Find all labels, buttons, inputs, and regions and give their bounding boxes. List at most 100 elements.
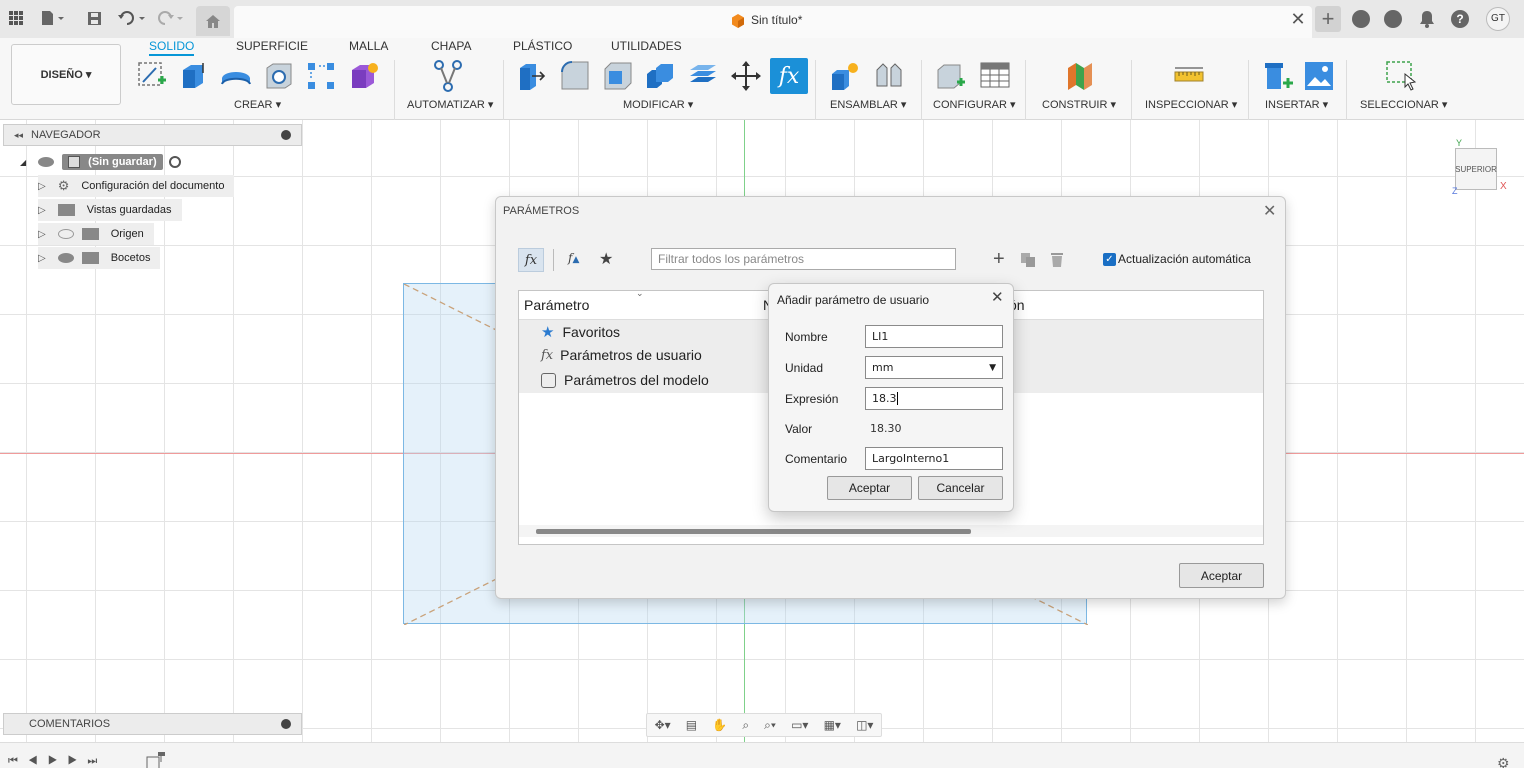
extrude-icon[interactable]	[176, 58, 210, 94]
pattern-icon[interactable]	[304, 58, 338, 94]
joint-icon[interactable]	[872, 58, 906, 94]
group-automatizar[interactable]: AUTOMATIZAR ▾	[407, 98, 493, 111]
viewports-icon[interactable]: ◫▾	[856, 718, 873, 732]
expand-triangle-icon[interactable]: ▷	[38, 253, 46, 264]
accept-button[interactable]: Aceptar	[827, 476, 912, 500]
group-ensamblar[interactable]: ENSAMBLAR ▾	[830, 98, 906, 111]
notifications-icon[interactable]	[1419, 10, 1435, 28]
visibility-eye-icon[interactable]	[38, 157, 55, 167]
group-inspeccionar[interactable]: INSPECCIONAR ▾	[1145, 98, 1237, 111]
fit-icon[interactable]: ⌕▾	[764, 718, 776, 733]
comment-input[interactable]: LargoInterno1	[865, 447, 1003, 470]
expression-input[interactable]: 18.3	[865, 387, 1003, 410]
list-item[interactable]: ★ Favoritos	[541, 323, 620, 341]
unit-select[interactable]: mm ▼	[865, 356, 1003, 379]
group-configurar[interactable]: CONFIGURAR ▾	[933, 98, 1016, 111]
auto-update-checkbox[interactable]: ✓	[1103, 253, 1116, 266]
name-input[interactable]: LI1	[865, 325, 1003, 348]
delete-parameter-icon[interactable]	[1050, 252, 1064, 268]
tab-solido[interactable]: SOLIDO	[149, 38, 195, 56]
move-icon[interactable]	[729, 58, 763, 94]
favorites-filter-icon[interactable]: ★	[599, 249, 613, 269]
configure-icon[interactable]	[934, 58, 968, 94]
copy-parameter-icon[interactable]	[1020, 252, 1036, 268]
hole-icon[interactable]	[262, 58, 296, 94]
browser-item-origin[interactable]: ▷ Origen	[38, 223, 154, 245]
save-icon[interactable]	[84, 8, 104, 28]
parameters-ok-button[interactable]: Aceptar	[1179, 563, 1264, 588]
timeline-settings-icon[interactable]: ⚙	[1497, 755, 1510, 768]
list-item[interactable]: fx Parámetros de usuario	[541, 347, 702, 363]
timeline-filter-icon[interactable]	[146, 751, 166, 768]
construct-plane-icon[interactable]	[1063, 58, 1097, 94]
insert-canvas-icon[interactable]	[1302, 58, 1336, 94]
zoom-icon[interactable]: ⌕	[742, 718, 749, 733]
expand-triangle-icon[interactable]: ▷	[38, 229, 46, 240]
browser-item-saved-views[interactable]: ▷ Vistas guardadas	[38, 199, 182, 221]
select-icon[interactable]	[1384, 58, 1418, 94]
create-sketch-icon[interactable]	[135, 58, 169, 94]
display-settings-icon[interactable]: ▭▾	[791, 718, 808, 732]
redo-icon[interactable]	[154, 8, 186, 28]
apps-grid-icon[interactable]	[6, 8, 26, 28]
new-tab-icon[interactable]: +	[1315, 6, 1341, 32]
browser-item-document-settings[interactable]: ▷ ⚙ Configuración del documento	[38, 175, 235, 197]
expand-triangle-icon[interactable]: ▷	[38, 205, 46, 216]
design-workspace-button[interactable]: DISEÑO ▾	[11, 44, 121, 105]
fillet-icon[interactable]	[558, 58, 592, 94]
measure-icon[interactable]	[1172, 58, 1206, 94]
viewcube-face[interactable]: SUPERIOR	[1455, 148, 1497, 190]
viewcube[interactable]: Y SUPERIOR X Z	[1452, 138, 1512, 198]
fx-filter-icon[interactable]: fx	[518, 248, 544, 272]
file-menu-icon[interactable]	[38, 8, 68, 28]
timeline-controls[interactable]: ⏮◀▶▶⏭	[8, 755, 107, 768]
configuration-table-icon[interactable]	[978, 58, 1012, 94]
shell-icon[interactable]	[601, 58, 635, 94]
filter-parameters-input[interactable]: Filtrar todos los parámetros	[651, 248, 956, 270]
browser-item-sketches[interactable]: ▷ Bocetos	[38, 247, 161, 269]
visibility-eye-icon[interactable]	[57, 253, 74, 263]
group-crear[interactable]: CREAR ▾	[234, 98, 281, 111]
form-icon[interactable]	[347, 58, 381, 94]
comments-header[interactable]: COMENTARIOS	[3, 713, 302, 735]
hidden-eye-icon[interactable]	[57, 229, 74, 239]
offset-face-icon[interactable]	[686, 58, 720, 94]
pan-icon[interactable]: ✋	[712, 718, 727, 732]
browser-root[interactable]: ◢ (Sin guardar)	[20, 151, 181, 173]
tab-superficie[interactable]: SUPERFICIE	[236, 38, 308, 56]
grid-settings-icon[interactable]: ▦▾	[824, 718, 841, 732]
group-seleccionar[interactable]: SELECCIONAR ▾	[1360, 98, 1447, 111]
expand-triangle-icon[interactable]: ◢	[20, 158, 26, 167]
undo-icon[interactable]	[116, 8, 148, 28]
extensions-icon[interactable]	[1352, 10, 1370, 28]
automate-icon[interactable]	[431, 58, 465, 94]
user-param-filter-icon[interactable]: f▲	[568, 251, 579, 265]
tab-chapa[interactable]: CHAPA	[431, 38, 471, 56]
insert-derive-icon[interactable]	[1262, 58, 1296, 94]
user-avatar[interactable]: GT	[1486, 7, 1510, 31]
help-icon[interactable]: ?	[1451, 10, 1469, 28]
sort-chevron-icon[interactable]: ⌄	[636, 288, 644, 299]
browser-header[interactable]: ◂◂ NAVEGADOR	[3, 124, 302, 146]
home-icon[interactable]	[196, 6, 230, 36]
activate-radio-icon[interactable]	[168, 156, 181, 168]
add-parameter-icon[interactable]: +	[993, 248, 1005, 271]
press-pull-icon[interactable]	[515, 58, 549, 94]
collapse-panel-icon[interactable]: ◂◂	[14, 130, 23, 141]
group-modificar[interactable]: MODIFICAR ▾	[623, 98, 693, 111]
close-dialog-icon[interactable]: ✕	[1263, 201, 1276, 221]
column-parameter[interactable]: Parámetro	[524, 297, 589, 313]
look-at-icon[interactable]: ▤	[686, 718, 697, 732]
close-dialog-icon[interactable]: ✕	[991, 288, 1004, 306]
browser-pin-icon[interactable]	[281, 130, 291, 140]
new-component-icon[interactable]	[828, 58, 862, 94]
group-insertar[interactable]: INSERTAR ▾	[1265, 98, 1328, 111]
job-status-icon[interactable]	[1384, 10, 1402, 28]
cancel-button[interactable]: Cancelar	[918, 476, 1003, 500]
orbit-icon[interactable]: ✥▾	[655, 718, 671, 732]
combine-icon[interactable]	[643, 58, 677, 94]
tab-malla[interactable]: MALLA	[349, 38, 388, 56]
group-construir[interactable]: CONSTRUIR ▾	[1042, 98, 1116, 111]
close-tab-icon[interactable]: ✕	[1290, 9, 1306, 29]
tab-utilidades[interactable]: UTILIDADES	[611, 38, 682, 56]
